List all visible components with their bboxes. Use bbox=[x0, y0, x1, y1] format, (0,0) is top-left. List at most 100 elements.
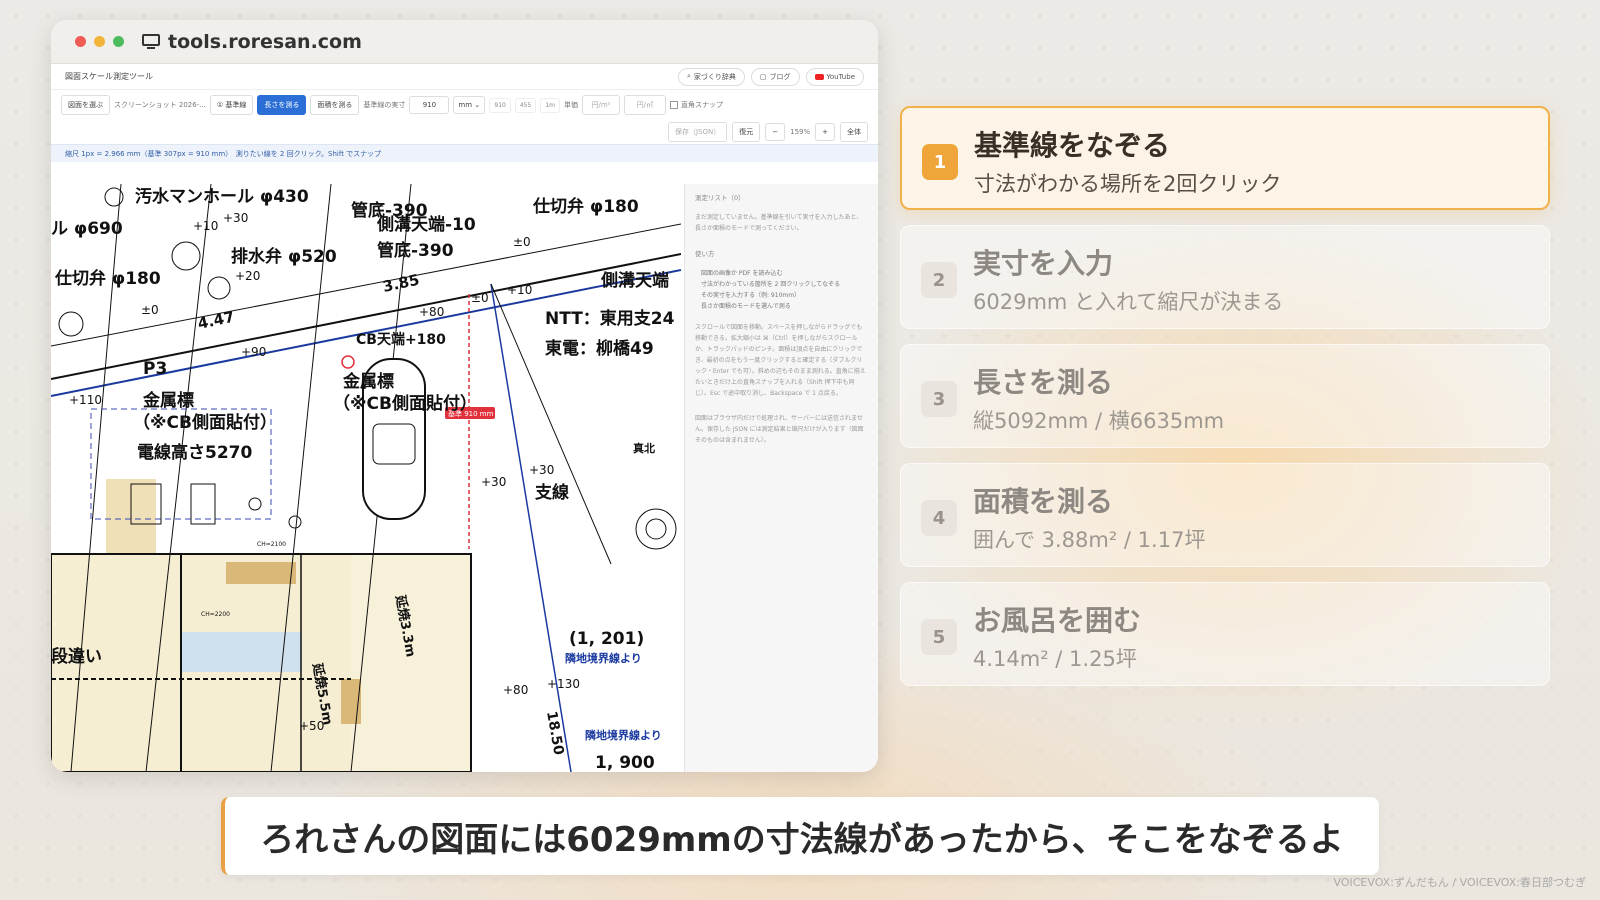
zoom-in-button[interactable]: + bbox=[815, 123, 835, 141]
step-4-card: 4 面積を測る 囲んで 3.88m² / 1.17坪 bbox=[900, 463, 1550, 567]
length-mode-button[interactable]: 長さを測る bbox=[257, 95, 307, 115]
howto-item: 寸法がわかっている箇所を 2 回クリックしてなぞる bbox=[701, 281, 841, 288]
save-json-button[interactable]: 保存（JSON） bbox=[667, 122, 728, 142]
area-mode-button[interactable]: 面積を測る bbox=[310, 95, 360, 115]
measurement-empty-text: まだ測定していません。基準線を引いて実寸を入力したあと、長さか面積のモードで測っ… bbox=[695, 214, 863, 232]
level-mark: +110 bbox=[69, 393, 102, 407]
drawing-label: 隣地境界線より bbox=[565, 651, 642, 665]
preset-910[interactable]: 910 bbox=[489, 97, 511, 113]
level-mark: ±0 bbox=[513, 235, 531, 249]
drawing-label: 金属標 bbox=[142, 390, 194, 411]
step-description: 6029mm と入れて縮尺が決まる bbox=[973, 290, 1284, 314]
drawing-label: 仕切弁 φ180 bbox=[532, 196, 639, 217]
dictionary-link[interactable]: ⌕ 家づくり辞典 bbox=[677, 67, 745, 86]
price-input[interactable]: 円/m² bbox=[581, 95, 620, 115]
survey-point-icon bbox=[288, 515, 302, 529]
drawing-label: 1, 900 bbox=[595, 753, 655, 772]
baseline-mode-button[interactable]: ① 基準線 bbox=[209, 95, 254, 115]
subtitle-box: ろれさんの図面には6029mmの寸法線があったから、そこをなぞるよ bbox=[221, 797, 1379, 875]
drawing-label: 18.50 bbox=[543, 710, 566, 757]
step-title: お風呂を囲む bbox=[973, 604, 1142, 637]
site-plan-drawing[interactable]: 基準 910 mm 汚水マンホール φ430 ル φ690 排水弁 φ520 仕… bbox=[51, 184, 681, 772]
step-number: 3 bbox=[921, 381, 957, 417]
drawing-label: 段違い bbox=[51, 646, 102, 667]
valve-icon bbox=[207, 276, 231, 300]
step-number: 1 bbox=[922, 144, 958, 180]
price-label: 単価 bbox=[563, 101, 578, 109]
drawing-label: 電線高さ5270 bbox=[137, 442, 252, 463]
drawing-label: （※CB側面貼付） bbox=[133, 412, 277, 433]
preset-1m[interactable]: 1m bbox=[540, 97, 560, 113]
privacy-note: 図面はブラウザ内だけで処理され、サーバーには送信されません。保存した JSON … bbox=[695, 415, 864, 444]
unit-select[interactable]: mm ⌄ bbox=[453, 96, 486, 114]
drawing-label: 4.47 bbox=[196, 308, 236, 333]
step-description: 囲んで 3.88m² / 1.17坪 bbox=[973, 528, 1206, 552]
step-number: 5 bbox=[921, 619, 957, 655]
drawing-label: 支線 bbox=[535, 482, 569, 503]
step-description: 縦5092mm / 横6635mm bbox=[973, 409, 1225, 433]
ceiling-height: CH=2100 bbox=[257, 541, 286, 548]
toilet-fixture bbox=[190, 483, 216, 525]
snap-checkbox[interactable]: 直角スナップ bbox=[669, 100, 723, 110]
youtube-icon bbox=[814, 73, 824, 80]
drawing-label: 排水弁 φ520 bbox=[231, 246, 337, 267]
level-mark: +20 bbox=[235, 269, 260, 283]
price-input-2[interactable]: 円/㎡ bbox=[623, 95, 666, 115]
minimize-dot-icon[interactable] bbox=[94, 36, 105, 47]
level-mark: +10 bbox=[507, 283, 532, 297]
north-mark-inner-icon bbox=[645, 518, 667, 540]
drawing-label: （※CB側面貼付） bbox=[333, 393, 477, 414]
zoom-out-button[interactable]: − bbox=[765, 123, 786, 141]
drawing-label: ル φ690 bbox=[51, 219, 123, 239]
drawing-label: 3.85 bbox=[381, 271, 421, 296]
app-title: 図面スケール測定ツール bbox=[65, 72, 153, 81]
drawing-canvas[interactable]: 基準 910 mm 汚水マンホール φ430 ル φ690 排水弁 φ520 仕… bbox=[51, 184, 681, 772]
valve-icon bbox=[58, 311, 84, 337]
drawing-label: 金属標 bbox=[342, 371, 394, 392]
app-header: 図面スケール測定ツール ⌕ 家づくり辞典 ▢ ブログ YouTube bbox=[51, 64, 878, 90]
howto-item: 長さか面積のモードを選んで測る bbox=[701, 303, 791, 310]
preset-455[interactable]: 455 bbox=[514, 97, 537, 113]
level-mark: +130 bbox=[547, 677, 580, 691]
voice-credit: VOICEVOX:ずんだもん / VOICEVOX:春日部つむぎ bbox=[1333, 876, 1586, 889]
step-1-card: 1 基準線をなぞる 寸法がわかる場所を2回クリック bbox=[900, 106, 1550, 210]
main-toolbar: 図面を選ぶ スクリーンショット 2026-... ① 基準線 長さを測る 面積を… bbox=[51, 90, 878, 120]
drawing-label: P3 bbox=[143, 359, 167, 379]
youtube-link[interactable]: YouTube bbox=[805, 67, 864, 86]
step-description: 寸法がわかる場所を2回クリック bbox=[974, 172, 1282, 196]
howto-item: 図面の画像か PDF を読み込む bbox=[701, 270, 783, 277]
drawing-label: 真北 bbox=[633, 441, 655, 455]
scale-info-bar: 縮尺 1px = 2.966 mm（基準 307px = 910 mm） 測りた… bbox=[51, 144, 878, 162]
measurement-list-title: 測定リスト（0） bbox=[695, 194, 745, 202]
doc-icon: ▢ bbox=[759, 72, 767, 81]
valve-icon bbox=[171, 241, 201, 271]
blog-link[interactable]: ▢ ブログ bbox=[750, 67, 800, 86]
step-number: 2 bbox=[921, 262, 957, 298]
checkbox-icon bbox=[669, 101, 678, 109]
browser-window: tools.roresan.com 図面スケール測定ツール ⌕ 家づくり辞典 ▢ ブ… bbox=[51, 20, 878, 772]
level-mark: +10 bbox=[193, 219, 218, 233]
monitor-icon bbox=[142, 33, 160, 50]
baseline-point-icon[interactable] bbox=[341, 355, 355, 369]
step-number: 4 bbox=[921, 500, 957, 536]
fit-button[interactable]: 全体 bbox=[840, 122, 868, 142]
actual-length-label: 基準線の実寸 bbox=[363, 101, 406, 109]
usage-notes: スクロールで図面を移動。スペースを押しながらドラッグでも移動できる。拡大縮小は … bbox=[695, 324, 866, 397]
howto-title: 使い方 bbox=[695, 250, 715, 258]
step-3-card: 3 長さを測る 縦5092mm / 横6635mm bbox=[900, 344, 1550, 448]
maximize-dot-icon[interactable] bbox=[113, 36, 124, 47]
restore-button[interactable]: 復元 bbox=[732, 122, 761, 142]
north-mark-icon bbox=[635, 508, 677, 550]
counter-fill bbox=[226, 562, 296, 584]
choose-drawing-button[interactable]: 図面を選ぶ bbox=[61, 95, 110, 115]
step-title: 面積を測る bbox=[973, 485, 1114, 518]
actual-length-input[interactable]: 910 bbox=[409, 96, 450, 114]
level-mark: +30 bbox=[529, 463, 554, 477]
browser-titlebar: tools.roresan.com bbox=[51, 20, 878, 64]
step-description: 4.14m² / 1.25坪 bbox=[973, 647, 1137, 671]
close-dot-icon[interactable] bbox=[75, 36, 86, 47]
room-fill-2 bbox=[351, 554, 471, 772]
drawing-label: 仕切弁 φ180 bbox=[54, 268, 161, 289]
step-5-card: 5 お風呂を囲む 4.14m² / 1.25坪 bbox=[900, 582, 1550, 686]
drawing-label: 側溝天端-10 bbox=[376, 214, 476, 235]
